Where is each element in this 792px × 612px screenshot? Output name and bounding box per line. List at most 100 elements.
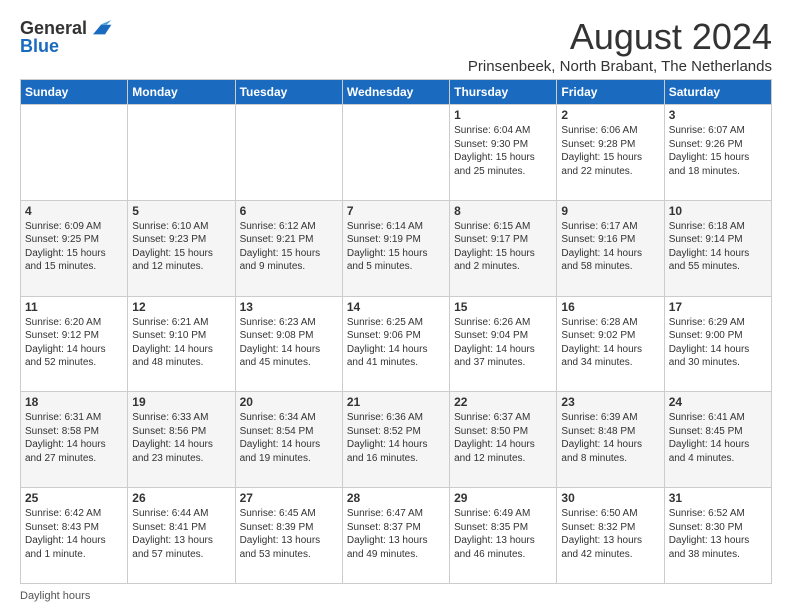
day-info: Sunrise: 6:29 AMSunset: 9:00 PMDaylight:…: [669, 316, 767, 370]
calendar-cell: 18Sunrise: 6:31 AMSunset: 8:58 PMDayligh…: [21, 392, 128, 488]
logo: General Blue: [20, 16, 113, 57]
calendar-cell: 30 Sunrise: 6:50 AMSunset: 8:32 PMDayligh…: [557, 488, 664, 584]
day-info: Sunrise: 6:14 AMSunset: 9:19 PMDaylight:…: [347, 220, 445, 274]
footer: Daylight hours: [20, 590, 772, 602]
day-number: 13: [240, 300, 338, 314]
day-number: 21: [347, 395, 445, 409]
day-number: 31: [669, 491, 767, 505]
day-info: Sunrise: 6:47 AMSunset: 8:37 PMDaylight:…: [347, 507, 445, 561]
day-info: Sunrise: 6:06 AMSunset: 9:28 PMDaylight:…: [561, 124, 659, 178]
calendar-cell: 21 Sunrise: 6:36 AMSunset: 8:52 PMDayligh…: [342, 392, 449, 488]
calendar-cell: 8 Sunrise: 6:15 AMSunset: 9:17 PMDaylight…: [450, 200, 557, 296]
calendar-week-1: 4Sunrise: 6:09 AMSunset: 9:25 PMDaylight…: [21, 200, 772, 296]
day-info: Sunrise: 6:44 AMSunset: 8:41 PMDaylight:…: [132, 507, 230, 561]
calendar-cell: 1Sunrise: 6:04 AMSunset: 9:30 PMDaylight…: [450, 105, 557, 201]
column-header-saturday: Saturday: [664, 80, 771, 105]
calendar-week-0: 1Sunrise: 6:04 AMSunset: 9:30 PMDaylight…: [21, 105, 772, 201]
day-number: 11: [25, 300, 123, 314]
day-info: Sunrise: 6:42 AMSunset: 8:43 PMDaylight:…: [25, 507, 123, 561]
day-number: 12: [132, 300, 230, 314]
calendar-cell: 13Sunrise: 6:23 AMSunset: 9:08 PMDayligh…: [235, 296, 342, 392]
calendar-cell: 10Sunrise: 6:18 AMSunset: 9:14 PMDayligh…: [664, 200, 771, 296]
calendar-cell: 5 Sunrise: 6:10 AMSunset: 9:23 PMDaylight…: [128, 200, 235, 296]
page: General Blue August 2024 Prinsenbeek, No…: [0, 0, 792, 612]
day-number: 15: [454, 300, 552, 314]
column-header-thursday: Thursday: [450, 80, 557, 105]
day-number: 26: [132, 491, 230, 505]
day-info: Sunrise: 6:10 AMSunset: 9:23 PMDaylight:…: [132, 220, 230, 274]
day-info: Sunrise: 6:41 AMSunset: 8:45 PMDaylight:…: [669, 411, 767, 465]
calendar-cell: 27 Sunrise: 6:45 AMSunset: 8:39 PMDayligh…: [235, 488, 342, 584]
day-info: Sunrise: 6:52 AMSunset: 8:30 PMDaylight:…: [669, 507, 767, 561]
column-header-tuesday: Tuesday: [235, 80, 342, 105]
calendar-cell: 14 Sunrise: 6:25 AMSunset: 9:06 PMDayligh…: [342, 296, 449, 392]
day-info: Sunrise: 6:15 AMSunset: 9:17 PMDaylight:…: [454, 220, 552, 274]
day-info: Sunrise: 6:12 AMSunset: 9:21 PMDaylight:…: [240, 220, 338, 274]
day-number: 5: [132, 204, 230, 218]
day-number: 23: [561, 395, 659, 409]
calendar-cell: 3Sunrise: 6:07 AMSunset: 9:26 PMDaylight…: [664, 105, 771, 201]
calendar-cell: 29 Sunrise: 6:49 AMSunset: 8:35 PMDayligh…: [450, 488, 557, 584]
day-info: Sunrise: 6:31 AMSunset: 8:58 PMDaylight:…: [25, 411, 123, 465]
day-number: 8: [454, 204, 552, 218]
calendar-cell: 19 Sunrise: 6:33 AMSunset: 8:56 PMDayligh…: [128, 392, 235, 488]
calendar-cell: 17 Sunrise: 6:29 AMSunset: 9:00 PMDayligh…: [664, 296, 771, 392]
day-number: 14: [347, 300, 445, 314]
day-info: Sunrise: 6:28 AMSunset: 9:02 PMDaylight:…: [561, 316, 659, 370]
footer-label: Daylight hours: [20, 590, 90, 602]
title-block: August 2024 Prinsenbeek, North Brabant, …: [468, 16, 772, 75]
calendar-cell: 26 Sunrise: 6:44 AMSunset: 8:41 PMDayligh…: [128, 488, 235, 584]
column-header-friday: Friday: [557, 80, 664, 105]
day-number: 29: [454, 491, 552, 505]
calendar-cell: 9Sunrise: 6:17 AMSunset: 9:16 PMDaylight…: [557, 200, 664, 296]
calendar-cell: 16Sunrise: 6:28 AMSunset: 9:02 PMDayligh…: [557, 296, 664, 392]
calendar-cell: [342, 105, 449, 201]
day-info: Sunrise: 6:33 AMSunset: 8:56 PMDaylight:…: [132, 411, 230, 465]
day-number: 24: [669, 395, 767, 409]
calendar-cell: 12 Sunrise: 6:21 AMSunset: 9:10 PMDayligh…: [128, 296, 235, 392]
day-number: 20: [240, 395, 338, 409]
calendar-cell: 4Sunrise: 6:09 AMSunset: 9:25 PMDaylight…: [21, 200, 128, 296]
calendar-cell: 7 Sunrise: 6:14 AMSunset: 9:19 PMDaylight…: [342, 200, 449, 296]
calendar-header-row: SundayMondayTuesdayWednesdayThursdayFrid…: [21, 80, 772, 105]
day-number: 25: [25, 491, 123, 505]
day-info: Sunrise: 6:39 AMSunset: 8:48 PMDaylight:…: [561, 411, 659, 465]
day-info: Sunrise: 6:34 AMSunset: 8:54 PMDaylight:…: [240, 411, 338, 465]
day-number: 30: [561, 491, 659, 505]
calendar-week-3: 18Sunrise: 6:31 AMSunset: 8:58 PMDayligh…: [21, 392, 772, 488]
day-number: 6: [240, 204, 338, 218]
day-info: Sunrise: 6:20 AMSunset: 9:12 PMDaylight:…: [25, 316, 123, 370]
logo-blue: Blue: [20, 36, 59, 57]
calendar-cell: 6 Sunrise: 6:12 AMSunset: 9:21 PMDaylight…: [235, 200, 342, 296]
day-info: Sunrise: 6:25 AMSunset: 9:06 PMDaylight:…: [347, 316, 445, 370]
calendar-cell: [235, 105, 342, 201]
day-number: 19: [132, 395, 230, 409]
calendar-cell: [128, 105, 235, 201]
day-info: Sunrise: 6:26 AMSunset: 9:04 PMDaylight:…: [454, 316, 552, 370]
day-number: 10: [669, 204, 767, 218]
day-number: 1: [454, 108, 552, 122]
day-number: 9: [561, 204, 659, 218]
day-info: Sunrise: 6:21 AMSunset: 9:10 PMDaylight:…: [132, 316, 230, 370]
day-info: Sunrise: 6:36 AMSunset: 8:52 PMDaylight:…: [347, 411, 445, 465]
calendar-cell: 11 Sunrise: 6:20 AMSunset: 9:12 PMDayligh…: [21, 296, 128, 392]
day-info: Sunrise: 6:49 AMSunset: 8:35 PMDaylight:…: [454, 507, 552, 561]
day-number: 17: [669, 300, 767, 314]
main-title: August 2024: [468, 16, 772, 58]
column-header-monday: Monday: [128, 80, 235, 105]
day-info: Sunrise: 6:09 AMSunset: 9:25 PMDaylight:…: [25, 220, 123, 274]
day-number: 22: [454, 395, 552, 409]
calendar-cell: 25 Sunrise: 6:42 AMSunset: 8:43 PMDayligh…: [21, 488, 128, 584]
calendar-cell: 23 Sunrise: 6:39 AMSunset: 8:48 PMDayligh…: [557, 392, 664, 488]
logo-icon: [89, 16, 113, 40]
day-number: 2: [561, 108, 659, 122]
calendar-cell: 2 Sunrise: 6:06 AMSunset: 9:28 PMDaylight…: [557, 105, 664, 201]
day-info: Sunrise: 6:50 AMSunset: 8:32 PMDaylight:…: [561, 507, 659, 561]
day-info: Sunrise: 6:45 AMSunset: 8:39 PMDaylight:…: [240, 507, 338, 561]
calendar-cell: 24 Sunrise: 6:41 AMSunset: 8:45 PMDayligh…: [664, 392, 771, 488]
calendar: SundayMondayTuesdayWednesdayThursdayFrid…: [20, 79, 772, 584]
day-info: Sunrise: 6:07 AMSunset: 9:26 PMDaylight:…: [669, 124, 767, 178]
day-number: 27: [240, 491, 338, 505]
day-number: 7: [347, 204, 445, 218]
header: General Blue August 2024 Prinsenbeek, No…: [20, 16, 772, 75]
